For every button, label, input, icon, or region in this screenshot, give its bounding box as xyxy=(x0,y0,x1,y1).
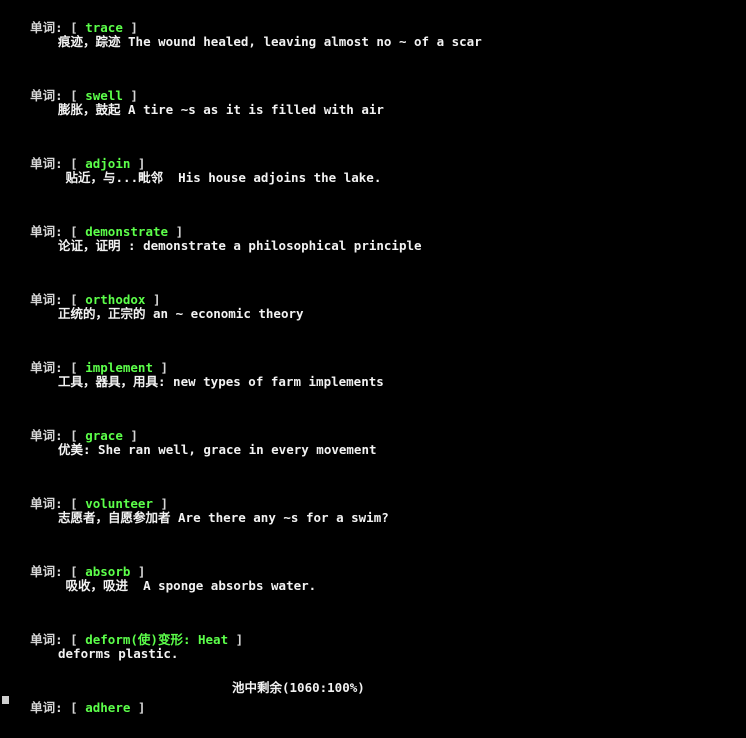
word-line: 单词: [ orthodox ] xyxy=(0,270,160,307)
close-bracket: ] xyxy=(235,632,244,647)
word-line: 单词: [ adjoin ] xyxy=(0,134,145,171)
definition-line: 吸收，吸进 A sponge absorbs water. xyxy=(58,578,317,593)
word-line: 单词: [ adhere ] xyxy=(0,678,145,715)
word-line: 单词: [ trace ] xyxy=(0,0,138,35)
open-bracket: [ xyxy=(70,700,78,715)
vocab-word: adhere xyxy=(85,700,131,715)
definition-line: 优美: She ran well, grace in every movemen… xyxy=(58,442,377,457)
close-bracket: ] xyxy=(137,700,146,715)
definition-line: deforms plastic. xyxy=(58,646,179,661)
word-line: 单词: [ volunteer ] xyxy=(0,474,168,511)
word-line: 单词: [ swell ] xyxy=(0,66,138,103)
word-line: 单词: [ grace ] xyxy=(0,406,138,443)
definition-line: 痕迹，踪迹 The wound healed, leaving almost n… xyxy=(58,34,482,49)
word-line: 单词: [ deform(使)变形: Heat ] xyxy=(0,610,243,647)
word-line: 单词: [ implement ] xyxy=(0,338,168,375)
pool-remaining-status: 池中剩余(1060:100%) xyxy=(232,680,365,695)
terminal-window[interactable]: 单词: [ trace ] 痕迹，踪迹 The wound healed, le… xyxy=(0,0,746,715)
terminal-cursor[interactable] xyxy=(2,696,9,704)
definition-line: 志愿者，自愿参加者 Are there any ~s for a swim? xyxy=(58,510,389,525)
word-line: 单词: [ absorb ] xyxy=(0,542,145,579)
word-line: 单词: [ demonstrate ] xyxy=(0,202,183,239)
definition-line: 膨胀，鼓起 A tire ~s as it is filled with air xyxy=(58,102,384,117)
definition-line: 论证，证明 : demonstrate a philosophical prin… xyxy=(58,238,422,253)
definition-line: 贴近，与...毗邻 His house adjoins the lake. xyxy=(58,170,382,185)
word-prefix: 单词: xyxy=(30,700,63,715)
definition-line: 正统的，正宗的 an ~ economic theory xyxy=(58,306,304,321)
definition-line: 工具，器具，用具: new types of farm implements xyxy=(58,374,384,389)
